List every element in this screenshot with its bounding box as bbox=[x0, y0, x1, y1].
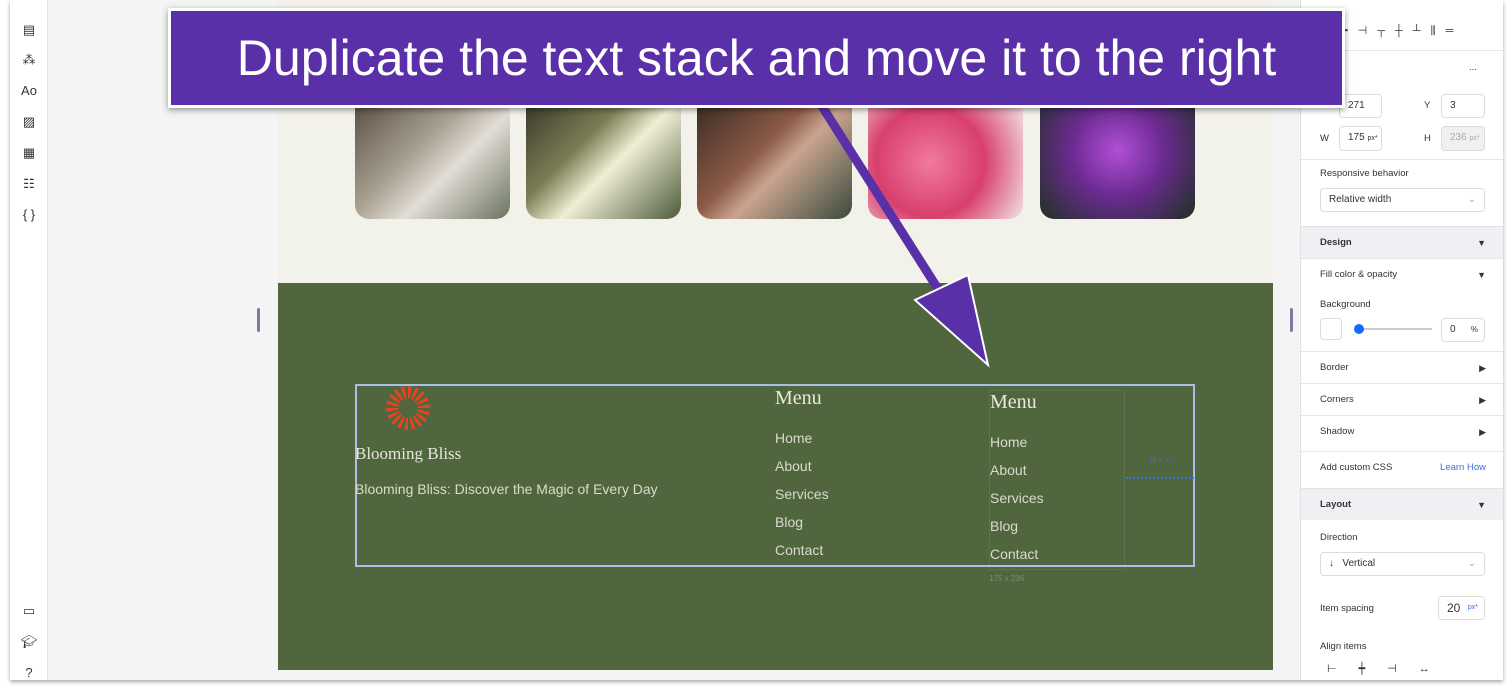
instruction-banner: Duplicate the text stack and move it to … bbox=[168, 8, 1345, 108]
